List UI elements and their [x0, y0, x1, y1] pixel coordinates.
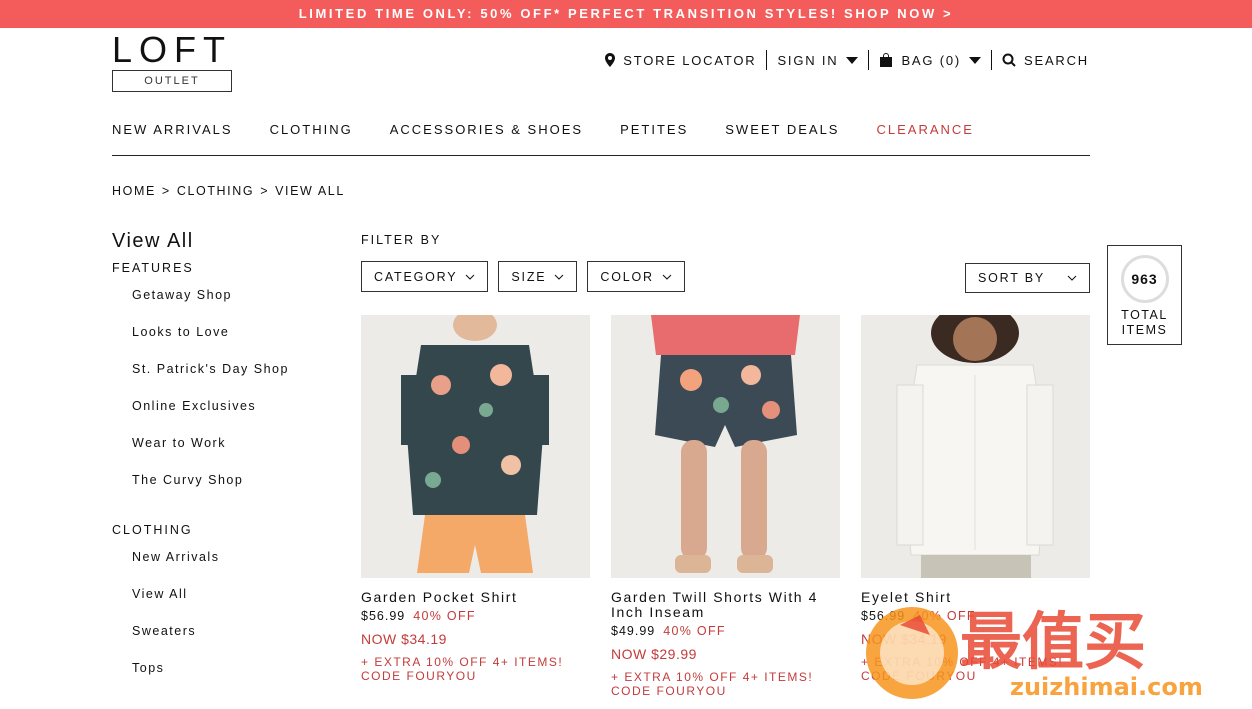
breadcrumb-view-all: VIEW ALL: [275, 184, 345, 198]
breadcrumb-separator: >: [260, 184, 270, 198]
promo-code: CODE FOURYOU: [361, 669, 477, 683]
nav-accessories-shoes[interactable]: ACCESSORIES & SHOES: [390, 120, 583, 140]
total-label: TOTAL: [1121, 308, 1168, 322]
store-locator-label: STORE LOCATOR: [623, 52, 757, 68]
category-filter-label: CATEGORY: [374, 269, 458, 284]
nav-clearance[interactable]: CLEARANCE: [876, 120, 973, 140]
page-title: View All: [112, 230, 194, 252]
watermark-cn: 最值买: [960, 605, 1146, 678]
total-count: 963: [1120, 255, 1169, 303]
total-items-badge: 963 TOTAL ITEMS: [1107, 245, 1182, 345]
breadcrumb-home[interactable]: HOME: [112, 184, 156, 198]
product-card[interactable]: Garden Pocket Shirt $56.99 40% OFF NOW $3…: [361, 315, 590, 683]
sidebar-item-tops[interactable]: Tops: [112, 660, 332, 697]
main-nav: NEW ARRIVALS CLOTHING ACCESSORIES & SHOE…: [112, 120, 1090, 156]
product-image[interactable]: [361, 315, 590, 578]
size-filter-dropdown[interactable]: SIZE: [498, 261, 578, 292]
sign-in-menu[interactable]: SIGN IN: [767, 50, 868, 70]
watermark-logo: 最值买 zuizhimai.com: [860, 595, 1240, 705]
features-heading: FEATURES: [112, 261, 194, 275]
sale-price: NOW $29.99: [611, 646, 697, 662]
items-label: ITEMS: [1121, 323, 1168, 337]
store-locator-link[interactable]: STORE LOCATOR: [595, 50, 766, 70]
color-filter-label: COLOR: [600, 269, 654, 284]
product-name[interactable]: Garden Twill Shorts With 4 Inch Inseam: [611, 590, 840, 620]
sidebar-item-curvy-shop[interactable]: The Curvy Shop: [112, 472, 332, 509]
shopping-bag-icon: [880, 53, 893, 67]
product-image[interactable]: [861, 315, 1090, 578]
chevron-down-icon: [1067, 275, 1077, 281]
nav-petites[interactable]: PETITES: [620, 120, 688, 140]
chevron-down-icon: [555, 274, 564, 280]
breadcrumb: HOME > CLOTHING > VIEW ALL: [112, 184, 345, 198]
sidebar-item-view-all[interactable]: View All: [112, 586, 332, 623]
nav-new-arrivals[interactable]: NEW ARRIVALS: [112, 120, 233, 140]
caret-down-icon: [846, 56, 859, 64]
logo-word: LOFT: [112, 29, 233, 70]
product-card[interactable]: Garden Twill Shorts With 4 Inch Inseam $…: [611, 315, 840, 698]
bag-label: BAG (0): [901, 52, 962, 68]
category-filter-dropdown[interactable]: CATEGORY: [361, 261, 489, 292]
filter-by-label: FILTER BY: [361, 233, 442, 247]
promo-text: + EXTRA 10% OFF 4+ ITEMS!: [611, 670, 814, 684]
map-pin-icon: [605, 53, 616, 67]
sidebar-item-looks-to-love[interactable]: Looks to Love: [112, 324, 332, 361]
product-name[interactable]: Garden Pocket Shirt: [361, 590, 590, 605]
promo-banner[interactable]: LIMITED TIME ONLY: 50% OFF* PERFECT TRAN…: [0, 0, 1252, 28]
search-icon: [1002, 53, 1016, 67]
nav-clothing[interactable]: CLOTHING: [270, 120, 353, 140]
discount-badge: 40% OFF: [663, 624, 726, 638]
breadcrumb-separator: >: [161, 184, 171, 198]
sidebar-item-new-arrivals[interactable]: New Arrivals: [112, 549, 332, 586]
promo-code: CODE FOURYOU: [611, 684, 727, 698]
breadcrumb-clothing[interactable]: CLOTHING: [177, 184, 254, 198]
product-price-row: $56.99 40% OFF: [361, 609, 590, 623]
nav-sweet-deals[interactable]: SWEET DEALS: [725, 120, 839, 140]
sidebar-item-wear-to-work[interactable]: Wear to Work: [112, 435, 332, 472]
discount-badge: 40% OFF: [413, 609, 476, 623]
watermark-url: zuizhimai.com: [1010, 673, 1203, 701]
loft-outlet-logo[interactable]: LOFT OUTLET: [112, 29, 233, 92]
search-button[interactable]: SEARCH: [992, 50, 1089, 70]
bag-menu[interactable]: BAG (0): [869, 50, 991, 70]
sidebar-item-getaway-shop[interactable]: Getaway Shop: [112, 287, 332, 324]
search-label: SEARCH: [1024, 52, 1089, 68]
sign-in-label: SIGN IN: [777, 52, 839, 68]
chevron-down-icon: [466, 274, 475, 280]
sidebar: View All FEATURES Getaway Shop Looks to …: [112, 230, 332, 697]
caret-down-icon: [969, 56, 982, 64]
original-price: $56.99: [361, 609, 406, 623]
original-price: $49.99: [611, 624, 656, 638]
chevron-down-icon: [662, 274, 672, 280]
product-image[interactable]: [611, 315, 840, 578]
sort-by-dropdown[interactable]: SORT BY: [965, 263, 1090, 293]
filter-bar: FILTER BY CATEGORY SIZE COLOR: [361, 233, 685, 292]
clothing-heading: CLOTHING: [112, 523, 193, 537]
product-price-row: $49.99 40% OFF: [611, 624, 840, 638]
color-filter-dropdown[interactable]: COLOR: [587, 261, 685, 292]
sidebar-item-online-exclusives[interactable]: Online Exclusives: [112, 398, 332, 435]
sale-price: NOW $34.19: [361, 631, 447, 647]
sort-by-label: SORT BY: [978, 271, 1046, 285]
sidebar-item-sweaters[interactable]: Sweaters: [112, 623, 332, 660]
sidebar-item-st-patricks[interactable]: St. Patrick's Day Shop: [112, 361, 332, 398]
size-filter-label: SIZE: [511, 269, 547, 284]
logo-sub: OUTLET: [112, 70, 232, 92]
promo-text: + EXTRA 10% OFF 4+ ITEMS!: [361, 655, 564, 669]
utility-nav: STORE LOCATOR SIGN IN BAG (0) SEARCH: [595, 50, 1089, 70]
